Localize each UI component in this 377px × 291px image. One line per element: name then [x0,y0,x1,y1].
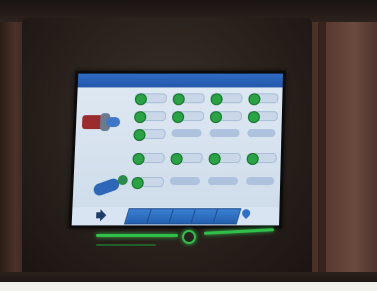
status-dot-icon [246,152,259,166]
photo [0,0,377,291]
empty-slot [169,177,201,186]
wall-pillar [318,0,326,291]
status-dot-icon [247,111,261,124]
control-button-11[interactable] [170,152,203,166]
status-dot-icon [131,177,144,190]
control-button-14[interactable] [131,177,164,190]
status-dot-icon [209,111,223,124]
empty-slot [209,129,240,138]
control-button-1[interactable] [134,93,168,106]
empty-slot [171,129,202,138]
control-button-12[interactable] [208,152,241,166]
led-strip-left [96,234,178,237]
control-button-2[interactable] [172,93,205,106]
speaker-icon[interactable] [96,209,109,222]
paper-border [0,282,377,291]
control-button-13[interactable] [246,152,277,166]
status-dot-icon [170,152,183,166]
power-button[interactable] [182,230,196,244]
status-dot-icon [248,93,261,106]
status-dot-icon [134,111,147,124]
led-reflection [96,244,156,246]
status-dot-icon [134,93,148,106]
status-dot-icon [133,129,146,142]
control-button-3[interactable] [210,93,243,106]
status-dot-icon [132,152,145,166]
control-button-8[interactable] [247,111,278,124]
empty-slot [247,129,276,138]
valve-icon [92,176,121,198]
empty-slot [207,177,239,186]
control-button-4[interactable] [248,93,279,106]
screen-title-bar [77,73,283,88]
logo-icon [240,207,252,219]
control-button-7[interactable] [209,111,243,124]
status-dot-icon [172,93,185,106]
status-dot-icon [171,111,185,124]
control-button-6[interactable] [171,111,205,124]
cloud-icon [105,117,121,128]
empty-slot [245,177,275,186]
control-button-5[interactable] [134,111,167,124]
hmi-screen[interactable] [68,70,287,229]
valve-knob-icon [117,175,128,186]
control-button-9[interactable] [133,129,166,142]
control-button-10[interactable] [132,152,165,166]
footer-tab-5[interactable] [212,208,242,225]
status-dot-icon [208,152,221,166]
status-dot-icon [210,93,223,106]
